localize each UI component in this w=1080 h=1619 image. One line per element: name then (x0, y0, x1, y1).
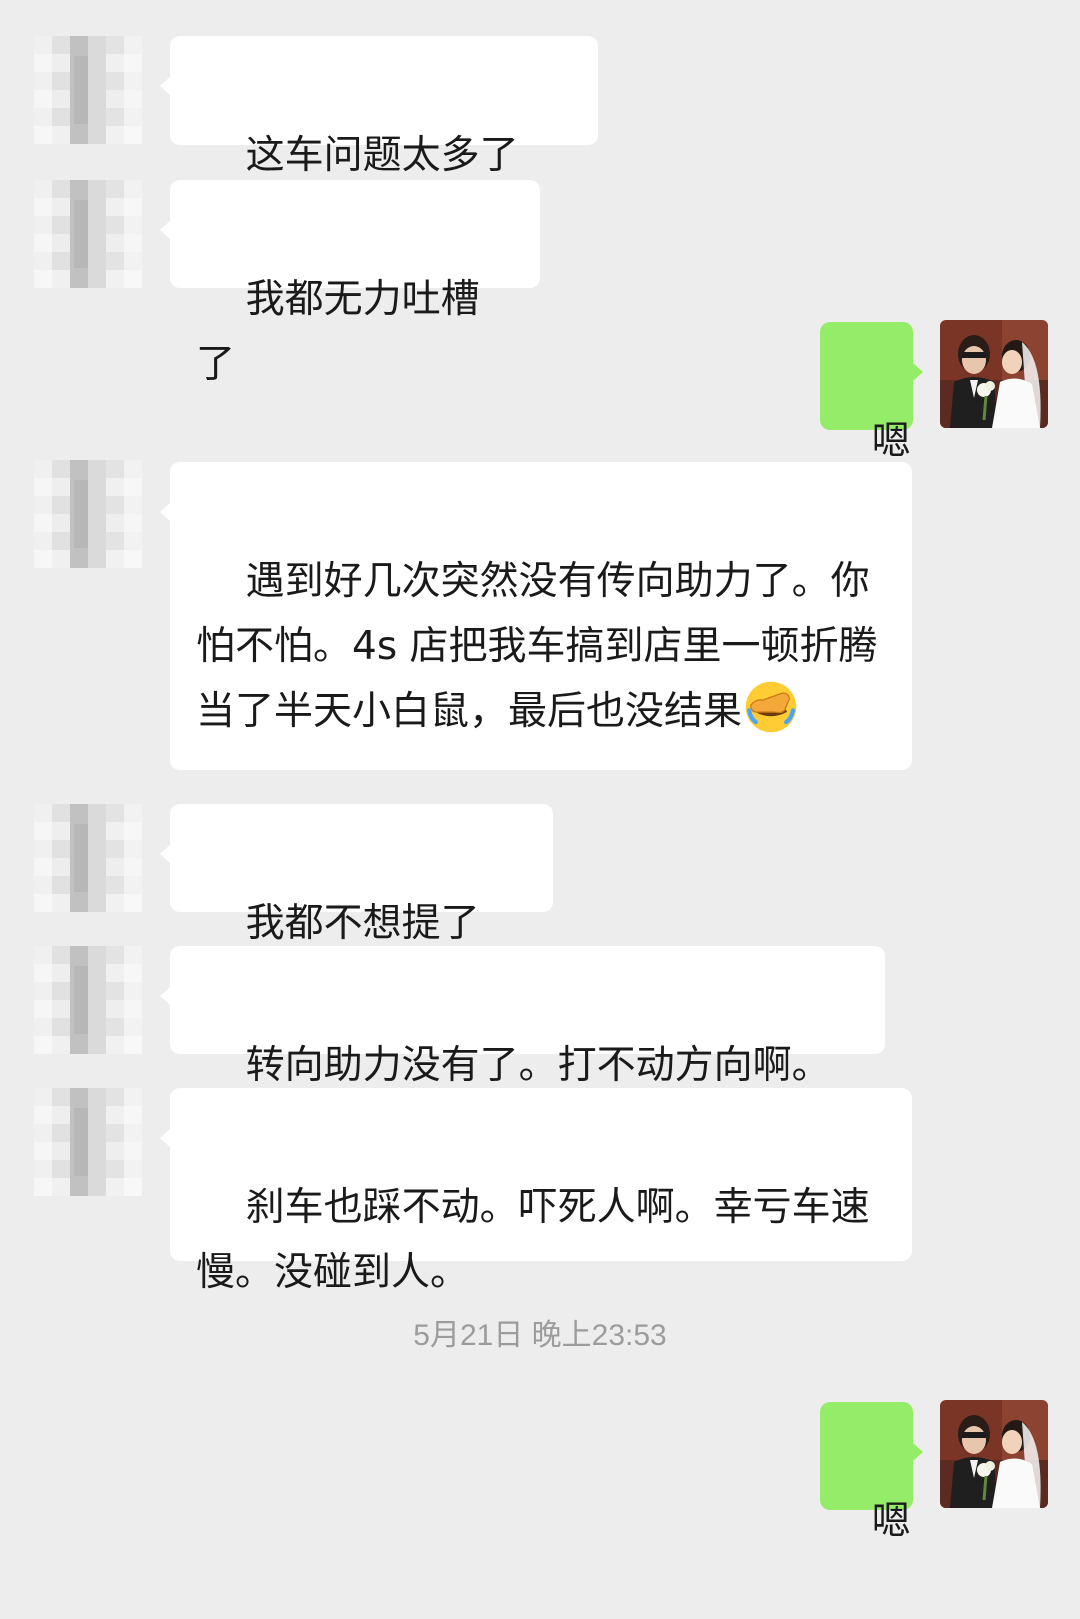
message-bubble[interactable]: 这车问题太多了 (160, 36, 598, 145)
avatar[interactable] (34, 460, 142, 568)
chat-area[interactable]: 这车问题太多了 我都无力吐槽了 嗯 遇到好几次突然没有传向助力了。你怕不怕。4s… (0, 0, 1080, 1544)
facepalm-crying-emoji-icon (744, 680, 798, 734)
message-text: 转向助力没有了。打不动方向啊。 (245, 1043, 831, 1088)
avatar[interactable] (34, 36, 142, 144)
message-text: 这车问题太多了 (245, 133, 519, 178)
avatar[interactable] (34, 1088, 142, 1196)
avatar-couple-photo (940, 320, 1048, 428)
message-text: 我都不想提了 (245, 901, 480, 946)
message-bubble[interactable]: 刹车也踩不动。吓死人啊。幸亏车速慢。没碰到人。 (160, 1088, 912, 1295)
message-bubble[interactable]: 我都无力吐槽了 (160, 180, 540, 387)
message-text: 刹车也踩不动。吓死人啊。幸亏车速慢。没碰到人。 (196, 1185, 870, 1295)
message-bubble-outgoing[interactable]: 嗯 (820, 1402, 923, 1544)
message-text: 嗯 (871, 1499, 911, 1544)
avatar[interactable] (940, 1400, 1048, 1508)
message-bubble[interactable]: 我都不想提了 (160, 804, 553, 912)
message-bubble[interactable]: 遇到好几次突然没有传向助力了。你怕不怕。4s 店把我车搞到店里一顿折腾当了半天小… (160, 462, 912, 770)
avatar[interactable] (940, 320, 1048, 428)
message-bubble[interactable]: 转向助力没有了。打不动方向啊。 (160, 946, 885, 1088)
message-bubble-outgoing[interactable]: 嗯 (820, 322, 923, 464)
message-text: 嗯 (871, 419, 911, 464)
timestamp: 5月21日 晚上23:53 (413, 1319, 667, 1352)
avatar[interactable] (34, 180, 142, 288)
avatar[interactable] (34, 804, 142, 912)
avatar-couple-photo (940, 1400, 1048, 1508)
avatar[interactable] (34, 946, 142, 1054)
message-text: 我都无力吐槽了 (196, 277, 480, 387)
